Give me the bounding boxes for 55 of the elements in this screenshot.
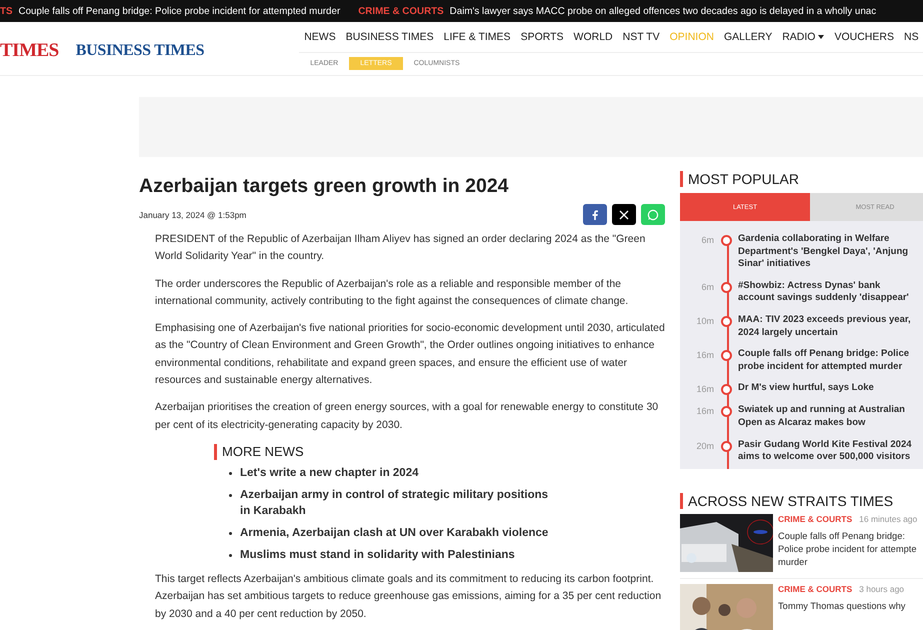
section-heading: MOST POPULAR bbox=[688, 171, 799, 187]
business-times-logo[interactable]: BUSINESS TIMES bbox=[76, 42, 204, 60]
popular-article-link[interactable]: Swiatek up and running at Australian Open as Alcaraz makes bow bbox=[738, 404, 918, 430]
time-ago: 3 hours ago bbox=[859, 584, 904, 594]
nav-link[interactable]: RADIO bbox=[777, 31, 830, 43]
nav-link[interactable]: NEWS bbox=[299, 31, 341, 43]
section-heading: ACROSS NEW STRAITS TIMES bbox=[688, 493, 894, 509]
site-logo[interactable]: TIMES bbox=[0, 40, 59, 62]
popular-article-link[interactable]: #Showbiz: Actress Dynas' bank account savings suddenly 'disappear' bbox=[738, 280, 918, 305]
time-ago: 16 minutes ago bbox=[859, 514, 918, 524]
time-ago: 16m bbox=[695, 349, 714, 360]
x-icon bbox=[619, 210, 629, 220]
nav-link[interactable]: VOUCHERS bbox=[829, 31, 899, 43]
time-ago: 20m bbox=[695, 440, 714, 451]
popular-article-link[interactable]: Dr M's view hurtful, says Loke bbox=[738, 382, 918, 395]
category-label[interactable]: CRIME & COURTS bbox=[778, 514, 852, 524]
article-headline-link[interactable]: Couple falls off Penang bridge: Police probe incident for attempte murder bbox=[778, 530, 918, 569]
article-paragraph: Emphasising one of Azerbaijan's five national priorities for socio-economic development until 2030, articulated as the "Country of Clean Environment and Green Growth", the Order outlines ongoing initiatives to enhance environmental conditions, rehabilitate and expand green spaces, and ensure the efficient use of water resources and sustainable energy alternatives. bbox=[155, 321, 665, 388]
facebook-share-button[interactable] bbox=[583, 204, 607, 225]
popular-article-link[interactable]: Couple falls off Penang bridge: Police probe incident for attempted murder bbox=[738, 348, 918, 374]
article-headline-link[interactable]: Tommy Thomas questions why bbox=[778, 600, 906, 613]
article-title: Azerbaijan targets green growth in 2024 bbox=[139, 175, 510, 198]
time-ago: 16m bbox=[695, 405, 714, 416]
section-heading: MORE NEWS bbox=[222, 444, 304, 460]
nav-link[interactable]: BUSINESS TIMES bbox=[340, 31, 439, 43]
popular-article-link[interactable]: Gardenia collaborating in Welfare Department's 'Bengkel Daya', 'Anjung Sinar' initiatives bbox=[738, 233, 918, 271]
category-label[interactable]: CRIME & COURTS bbox=[778, 584, 852, 594]
related-article-link[interactable]: Muslims must stand in solidarity with Palestinians bbox=[240, 546, 515, 563]
nav-link[interactable]: LIFE & TIMES bbox=[438, 31, 516, 43]
time-ago: 6m bbox=[700, 234, 714, 245]
ticker-headline[interactable]: Couple falls off Penang bridge: Police probe incident for attempted murder bbox=[18, 6, 340, 16]
nav-link[interactable]: NS bbox=[898, 31, 923, 43]
nav-link[interactable]: SPORTS bbox=[516, 31, 569, 43]
article-paragraph: Azerbaijan prioritises the creation of green energy sources, with a goal for renewable energy to constitute 30 per cent of its electricity-generating capacity by 2030. bbox=[155, 400, 660, 433]
time-ago: 16m bbox=[695, 383, 714, 394]
nav-link[interactable]: GALLERY bbox=[718, 31, 778, 43]
popular-article-link[interactable]: MAA: TIV 2023 exceeds previous year, 2024 largely uncertain bbox=[738, 314, 918, 340]
ticker-headline[interactable]: Daim's lawyer says MACC probe on alleged offences two decades ago is delayed in a wholly unac bbox=[450, 6, 876, 16]
related-article-link[interactable]: Armenia, Azerbaijan clash at UN over Karabakh violence bbox=[240, 524, 548, 541]
ticker-category[interactable]: TS bbox=[0, 6, 13, 16]
popular-article-link[interactable]: Pasir Gudang World Kite Festival 2024 aims to welcome over 500,000 visitors bbox=[738, 438, 918, 464]
article-paragraph: PRESIDENT of the Republic of Azerbaijan Ilham Aliyev has signed an order declaring 2024 as the "Green World Solidarity Year" in the country. bbox=[155, 232, 646, 264]
whatsapp-icon bbox=[647, 208, 659, 220]
related-article-link[interactable]: Azerbaijan army in control of strategic military positions in Karabakh bbox=[240, 486, 549, 519]
article-date: January 13, 2024 @ 1:53pm bbox=[139, 210, 246, 220]
time-ago: 6m bbox=[700, 280, 714, 292]
article-paragraph: This target reflects Azerbaijan's ambitious climate goals and its commitment to reducing its carbon footprint. Azerbaijan has set ambitious targets to reduce greenhouse gas emissions, aiming for a 35 per cent reduction by 2030 and a 40 per cent reduction by 2050. bbox=[155, 572, 662, 622]
time-ago: 10m bbox=[695, 314, 714, 326]
x-share-button[interactable] bbox=[612, 204, 636, 225]
article-paragraph: The order underscores the Republic of Azerbaijan's role as a reliable and responsible member of the international community, actively contributing to the fight against the consequences of climate change. bbox=[155, 276, 630, 309]
nav-link[interactable]: NST TV bbox=[618, 31, 665, 43]
nav-link[interactable]: WORLD bbox=[568, 31, 618, 43]
related-article-link[interactable]: Let's write a new chapter in 2024 bbox=[240, 464, 418, 481]
ticker-category[interactable]: CRIME & COURTS bbox=[358, 6, 444, 16]
facebook-icon bbox=[591, 210, 599, 220]
